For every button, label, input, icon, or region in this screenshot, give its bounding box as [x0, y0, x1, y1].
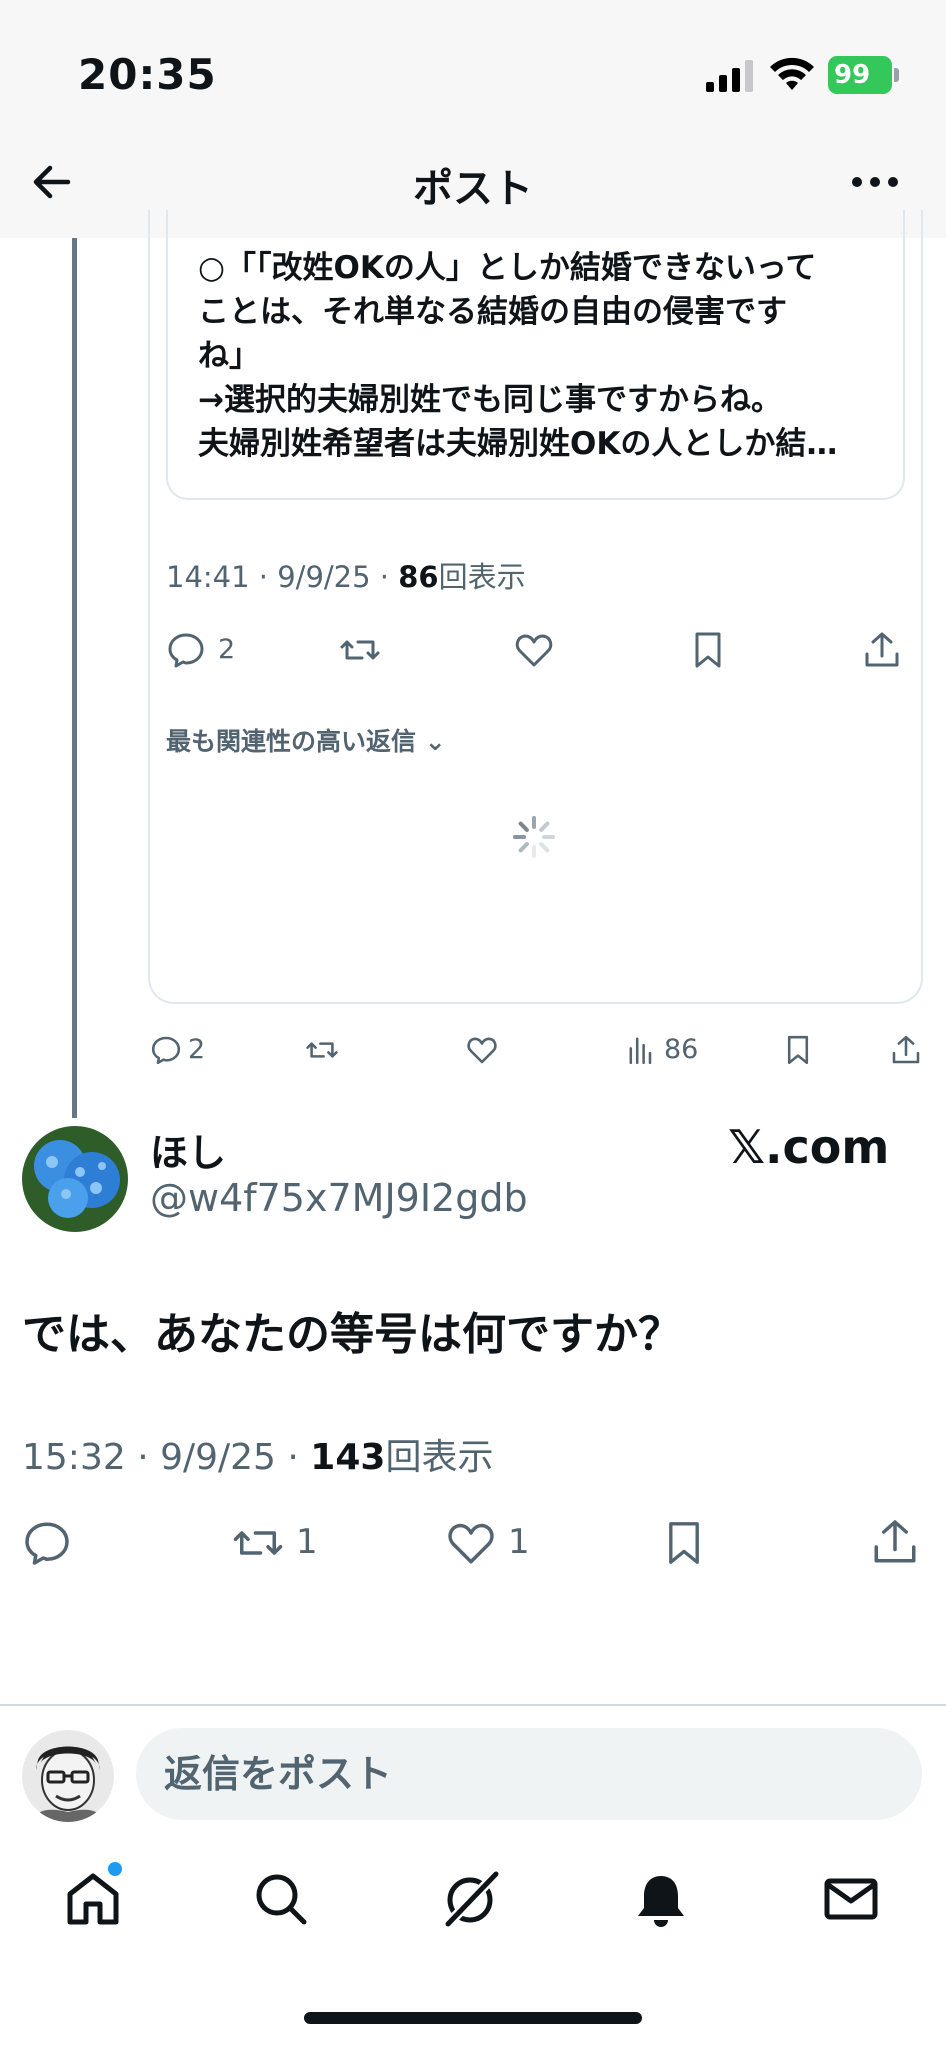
share-icon[interactable]	[890, 1034, 922, 1066]
repost-count: 1	[296, 1522, 318, 1562]
bookmark-icon[interactable]	[688, 630, 728, 670]
divider	[0, 1704, 946, 1706]
loading-spinner-icon	[513, 816, 555, 858]
bookmark-icon[interactable]	[782, 1034, 814, 1066]
reply-sort-dropdown[interactable]: 最も関連性の高い返信 ⌄	[166, 722, 446, 758]
share-icon[interactable]	[870, 1516, 920, 1568]
reply-icon[interactable]	[166, 630, 206, 670]
post-meta: 15:32 · 9/9/25 · 143回表示	[22, 1437, 494, 1478]
user-handle[interactable]: @w4f75x7MJ9I2gdb	[150, 1176, 528, 1220]
cellular-signal-icon	[706, 60, 753, 92]
battery-level: 99	[828, 56, 892, 94]
thread-connector	[72, 238, 77, 1118]
page-title: ポスト	[413, 166, 533, 212]
home-indicator[interactable]	[304, 2012, 642, 2024]
parent-views-count: 86	[664, 1034, 699, 1065]
current-user-avatar[interactable]	[22, 1730, 114, 1822]
parent-reply-count: 2	[188, 1034, 206, 1065]
wifi-icon	[770, 57, 814, 90]
views-chart-icon[interactable]	[626, 1034, 658, 1066]
search-icon[interactable]	[252, 1870, 310, 1928]
repost-icon[interactable]	[306, 1034, 338, 1066]
notifications-bell-icon[interactable]	[632, 1870, 690, 1928]
share-icon[interactable]	[862, 630, 902, 670]
battery-icon: 99	[828, 56, 900, 94]
repost-icon[interactable]	[232, 1518, 284, 1568]
display-name[interactable]: ほし	[150, 1122, 226, 1177]
like-count: 1	[508, 1522, 530, 1562]
quoted-post-meta: 14:41 · 9/9/25 · 86回表示	[166, 560, 526, 594]
avatar[interactable]	[22, 1126, 128, 1232]
quoted-post-text: ○「「改姓OKの人」としか結婚できないって ことは、それ単なる結婚の自由の侵害で…	[198, 250, 838, 462]
more-options-icon[interactable]	[850, 170, 900, 194]
repost-icon[interactable]	[340, 630, 380, 670]
bookmark-icon[interactable]	[660, 1518, 708, 1568]
like-icon[interactable]	[466, 1034, 498, 1066]
like-icon[interactable]	[514, 630, 554, 670]
reply-icon[interactable]	[150, 1034, 182, 1066]
chevron-down-icon: ⌄	[424, 727, 446, 756]
reply-icon[interactable]	[22, 1518, 72, 1568]
post-text: では、あなたの等号は何ですか？	[22, 1309, 682, 1360]
home-icon[interactable]	[64, 1870, 122, 1928]
reply-count: 2	[218, 634, 236, 665]
notification-dot	[108, 1862, 122, 1876]
messages-envelope-icon[interactable]	[822, 1870, 880, 1928]
status-time: 20:35	[78, 50, 217, 99]
x-com-watermark: 𝕏.com	[728, 1120, 890, 1174]
grok-icon[interactable]	[442, 1870, 500, 1928]
like-icon[interactable]	[446, 1518, 496, 1568]
reply-input[interactable]: 返信をポスト	[136, 1728, 922, 1820]
